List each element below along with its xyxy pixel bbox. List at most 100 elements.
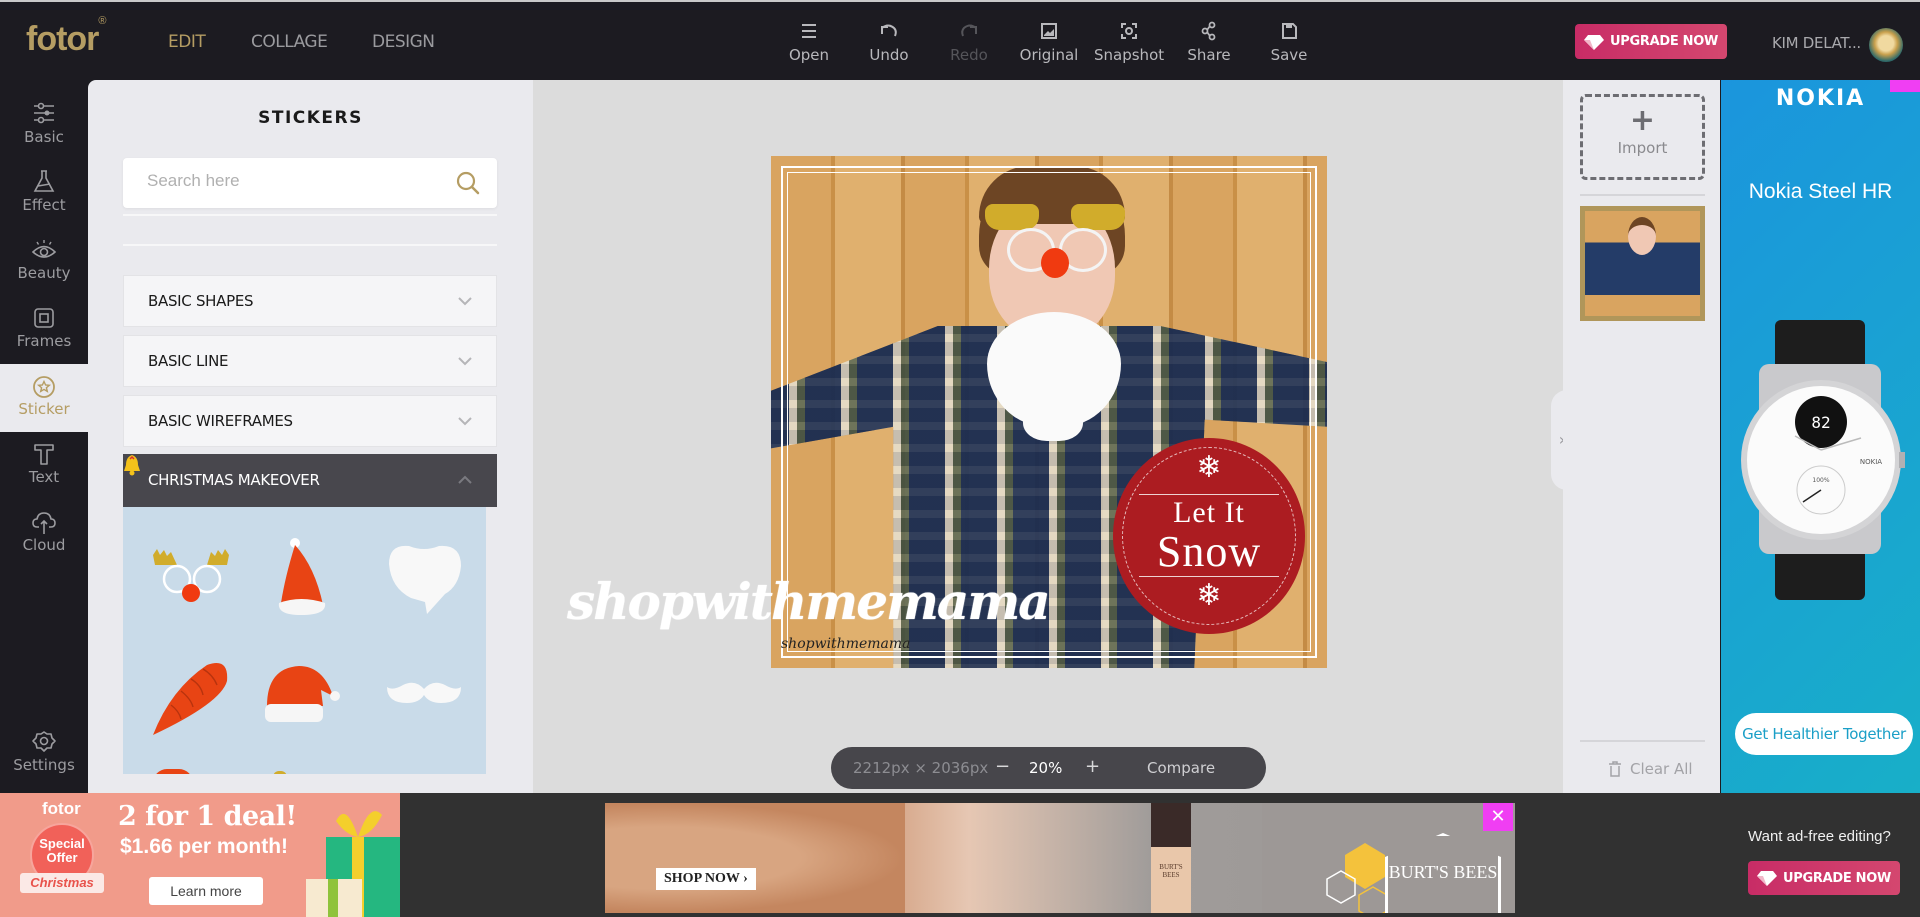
watch-subdial-text: 100%: [1812, 477, 1829, 484]
nokia-ad-banner[interactable]: NOKIA Nokia Steel HR 82 100% NOKIA Get H…: [1721, 80, 1920, 793]
import-button[interactable]: + Import: [1580, 94, 1705, 180]
ad-free-prompt: Want ad-free editing?: [1748, 828, 1891, 845]
santa-hat-tall-sticker[interactable]: [273, 537, 331, 619]
chevron-up-icon: [458, 475, 472, 484]
santa-hat-sticker[interactable]: [263, 664, 343, 726]
snapshot-icon: [1121, 23, 1137, 39]
clear-all-button[interactable]: Clear All: [1608, 760, 1693, 778]
partial-sticker[interactable]: [273, 771, 287, 774]
upgrade-now-bottom-button[interactable]: UPGRADE NOW: [1748, 861, 1900, 895]
badge-line-1: Special: [39, 836, 85, 851]
redo-icon: [961, 24, 977, 37]
chevron-down-icon: [458, 417, 472, 426]
nav-tab-collage[interactable]: COLLAGE: [251, 32, 328, 52]
zoom-out-button[interactable]: −: [995, 756, 1010, 777]
badge-rule: [1139, 576, 1279, 577]
save-button[interactable]: Save: [1254, 20, 1324, 64]
original-button[interactable]: Original: [1014, 20, 1084, 64]
undo-icon: [881, 24, 897, 37]
fotor-promo-ad[interactable]: fotor Special Offer Christmas 2 for 1 de…: [0, 793, 400, 917]
white-beard-sticker[interactable]: [385, 542, 463, 616]
fotor-logo[interactable]: fotor®: [26, 15, 107, 59]
zoom-in-button[interactable]: +: [1085, 756, 1100, 777]
watermark-text[interactable]: shopwithmemama: [567, 572, 1051, 631]
sidebar-item-effect[interactable]: Effect: [0, 160, 88, 226]
watch-brand-text: NOKIA: [1860, 458, 1882, 466]
menu-icon: [802, 24, 816, 38]
panel-title: STICKERS: [258, 108, 363, 128]
small-watermark-text[interactable]: shopwithmemama: [781, 636, 911, 652]
search-icon[interactable]: [455, 170, 481, 196]
let-it-snow-sticker[interactable]: ❄ Let It Snow ❄: [1113, 438, 1305, 634]
promo-brand: fotor: [42, 799, 81, 818]
text-icon: [34, 444, 54, 465]
nokia-cta-button[interactable]: Get Healthier Together: [1735, 713, 1913, 755]
sidebar-item-basic[interactable]: Basic: [0, 92, 88, 158]
smartwatch-image: 82 100% NOKIA: [1741, 320, 1905, 600]
library-divider: [1580, 740, 1705, 742]
shop-now-button[interactable]: SHOP NOW ›: [656, 868, 756, 890]
sidebar-item-sticker[interactable]: Sticker: [0, 364, 88, 432]
snowflake-icon: ❄: [1196, 579, 1222, 612]
thumbnail-image: [1585, 211, 1700, 316]
share-button[interactable]: Share: [1174, 20, 1244, 64]
user-name[interactable]: KIM DELAT...: [1772, 34, 1861, 52]
sliders-icon: [34, 102, 54, 124]
promo-headline: 2 for 1 deal!: [118, 801, 297, 832]
nav-tab-edit[interactable]: EDIT: [168, 32, 206, 52]
sidebar-item-text[interactable]: Text: [0, 432, 88, 498]
share-icon: [1201, 21, 1216, 41]
category-christmas-makeover[interactable]: CHRISTMAS MAKEOVER: [123, 454, 497, 507]
image-thumbnail[interactable]: [1580, 206, 1705, 321]
trash-icon: [1609, 761, 1621, 777]
undo-button[interactable]: Undo: [854, 20, 924, 64]
compare-button[interactable]: Compare: [1147, 759, 1215, 777]
stickers-panel: STICKERS BASIC SHAPES BASIC LINE BASIC W…: [88, 80, 533, 793]
watch-display-text: 82: [1811, 413, 1830, 432]
redo-button[interactable]: Redo: [934, 20, 1004, 64]
learn-more-button[interactable]: Learn more: [149, 877, 263, 905]
christmas-sticker-grid: [123, 507, 486, 774]
snapshot-button[interactable]: Snapshot: [1094, 20, 1164, 64]
sidebar-item-frames[interactable]: Frames: [0, 296, 88, 362]
nav-tab-design[interactable]: DESIGN: [372, 32, 435, 52]
bell-icon: [124, 455, 140, 476]
category-basic-shapes[interactable]: BASIC SHAPES: [123, 275, 497, 327]
left-sidebar: Basic Effect Beauty Frames Sticker Text …: [0, 80, 88, 793]
zoom-level: 20%: [1029, 759, 1063, 777]
carrot-nose-sticker[interactable]: [151, 659, 231, 737]
christmas-ribbon: Christmas: [20, 873, 104, 893]
library-divider: [1580, 194, 1705, 196]
category-basic-line[interactable]: BASIC LINE: [123, 335, 497, 387]
nokia-product-name: Nokia Steel HR: [1748, 180, 1893, 203]
badge-line-2: Snow: [1156, 527, 1262, 576]
reindeer-glasses-sticker[interactable]: [151, 547, 233, 609]
white-mustache-sticker[interactable]: [385, 681, 463, 707]
top-bar: fotor® EDIT COLLAGE DESIGN Open Undo Red…: [0, 0, 1920, 80]
ad-product-bottle: [1151, 803, 1191, 913]
image-icon: [1041, 23, 1057, 39]
badge-rule: [1139, 494, 1279, 495]
promo-price: $1.66 per month!: [120, 835, 289, 858]
search-divider: [123, 214, 497, 216]
star-badge-icon: [33, 376, 55, 398]
gear-icon: [32, 731, 56, 752]
eye-icon: [31, 240, 57, 258]
sidebar-item-cloud[interactable]: Cloud: [0, 500, 88, 566]
burts-bees-logo: BURT'S BEES: [1388, 862, 1498, 882]
diamond-icon: [1584, 34, 1604, 50]
search-input[interactable]: [147, 171, 427, 191]
sidebar-item-beauty[interactable]: Beauty: [0, 228, 88, 294]
category-basic-wireframes[interactable]: BASIC WIREFRAMES: [123, 395, 497, 447]
nokia-logo: NOKIA: [1775, 86, 1866, 111]
partial-sticker[interactable]: [153, 769, 193, 774]
user-avatar[interactable]: [1869, 28, 1903, 62]
cloud-upload-icon: [32, 512, 56, 534]
burts-bees-ad[interactable]: BURT'S BEES BURT'S BEES SHOP NOW › ✕: [605, 803, 1515, 913]
open-button[interactable]: Open: [774, 20, 844, 64]
section-divider: [123, 244, 497, 246]
sidebar-item-settings[interactable]: Settings: [0, 720, 88, 786]
gift-box-image: [306, 811, 400, 917]
upgrade-now-button[interactable]: UPGRADE NOW: [1575, 24, 1727, 59]
ad-close-button[interactable]: ✕: [1483, 803, 1513, 831]
